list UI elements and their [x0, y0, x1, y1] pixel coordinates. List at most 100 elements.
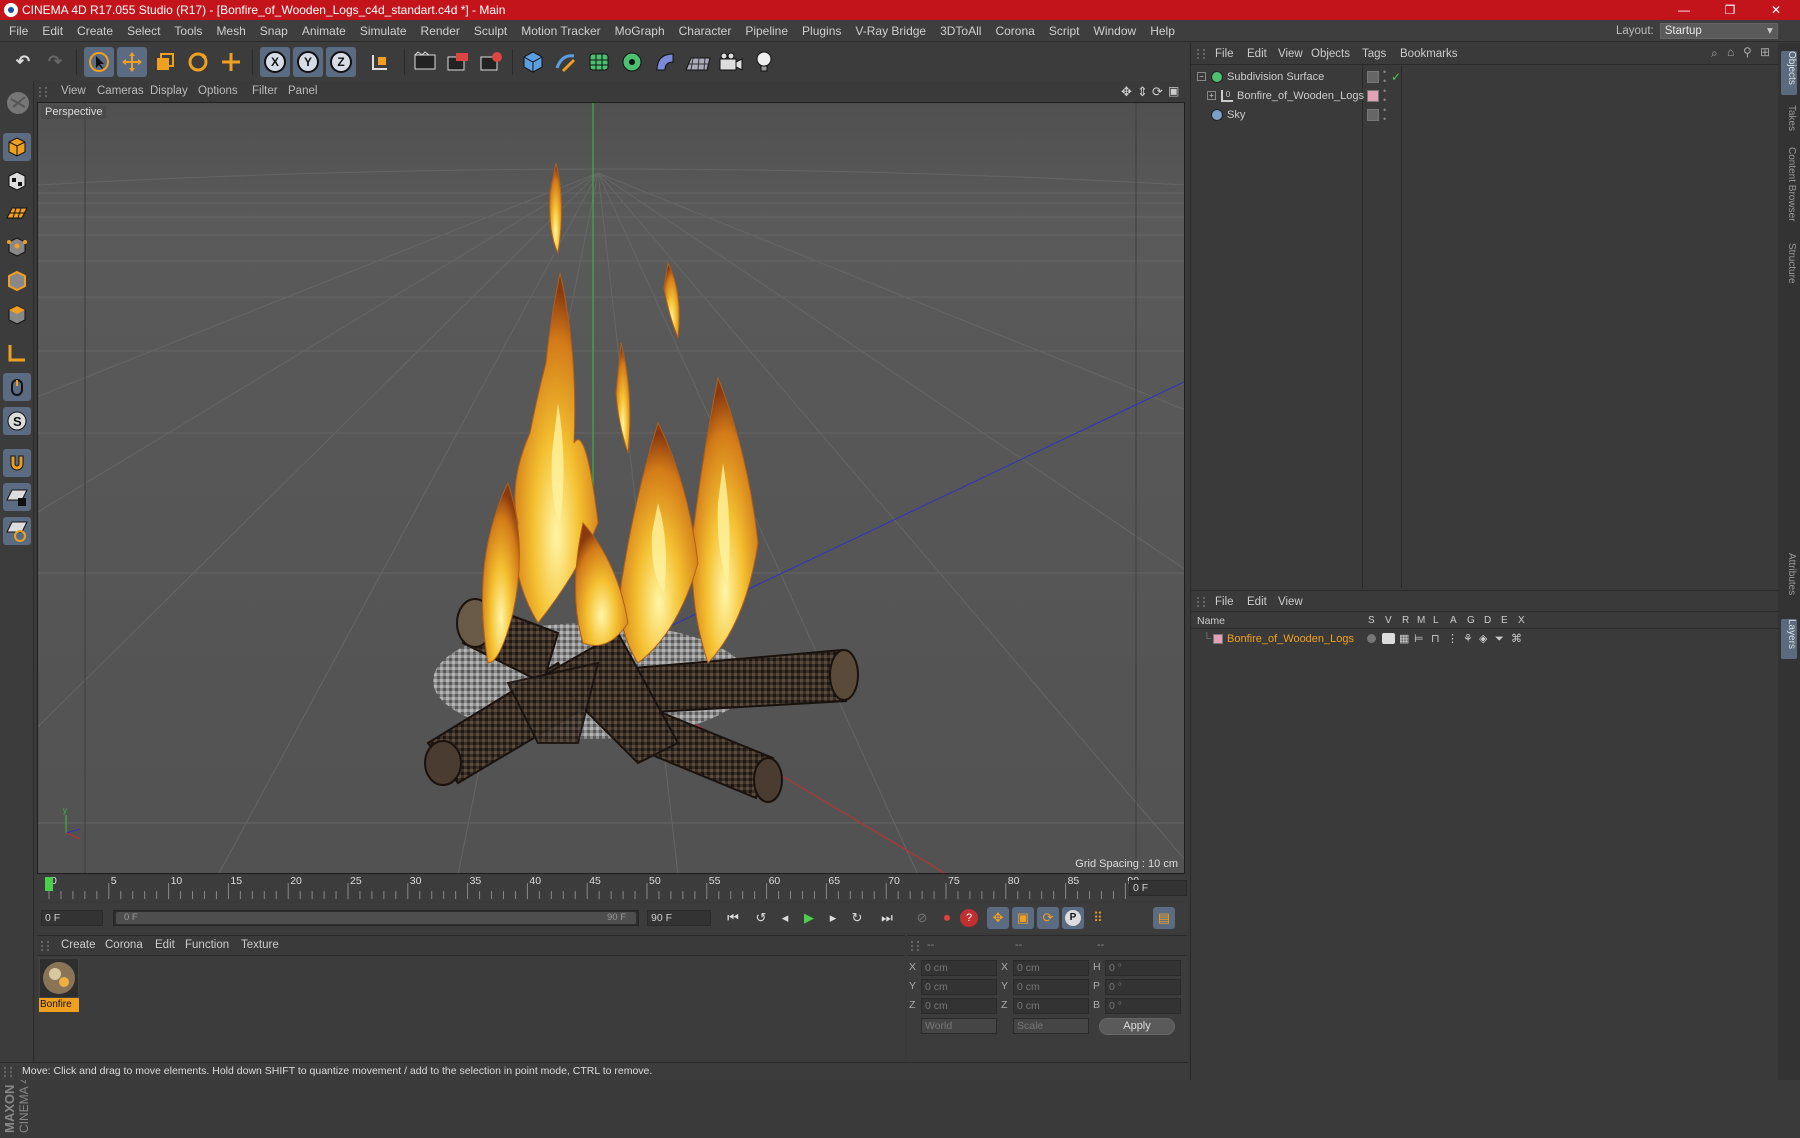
viewport-menu-view[interactable]: View — [61, 85, 86, 97]
view-eye-icon[interactable] — [1382, 633, 1395, 644]
filter-icon[interactable]: ⚲ — [1743, 45, 1752, 59]
edge-mode-icon[interactable] — [3, 267, 31, 295]
viewport-menu-panel[interactable]: Panel — [288, 85, 317, 97]
visibility-dots-icon[interactable]: • • — [1383, 68, 1386, 86]
material-swatch[interactable]: Bonfire — [38, 957, 80, 1012]
transform-tool-icon[interactable] — [216, 47, 246, 77]
material-menu-edit[interactable]: Edit — [155, 939, 175, 951]
material-menu-function[interactable]: Function — [185, 939, 229, 951]
viewport-rotate-icon[interactable]: ⟳ — [1152, 84, 1163, 100]
rotate-tool-icon[interactable] — [183, 47, 213, 77]
tweak-mode-icon[interactable] — [3, 373, 31, 401]
viewport-zoom-icon[interactable]: ⇕ — [1137, 84, 1148, 100]
viewport-maximize-icon[interactable]: ▣ — [1168, 84, 1179, 98]
timeline-ruler[interactable]: 051015202530354045505560657075808590 0 F — [37, 875, 1187, 901]
layer-menu-view[interactable]: View — [1278, 596, 1303, 608]
mograph-cloner-icon[interactable] — [617, 47, 647, 77]
collapse-icon[interactable]: − — [1197, 72, 1206, 81]
layer-col-locked[interactable]: L — [1433, 615, 1439, 626]
size-x-field[interactable]: 0 cm — [1013, 960, 1089, 976]
layer-row[interactable]: └ Bonfire_of_Wooden_Logs ▦ ⊨ ⊓ ⋮ ⚘ ◈ ⏷ ⌘ — [1191, 630, 1779, 648]
position-z-field[interactable]: 0 cm — [921, 998, 997, 1014]
object-menu-edit[interactable]: Edit — [1247, 48, 1267, 60]
camera-icon[interactable] — [716, 47, 746, 77]
menu-create[interactable]: Create — [70, 20, 120, 42]
apply-button[interactable]: Apply — [1099, 1018, 1175, 1035]
scale-tool-icon[interactable] — [150, 47, 180, 77]
sculpt-brush-icon[interactable] — [3, 87, 33, 119]
coordinate-space-dropdown[interactable]: World — [921, 1018, 997, 1034]
deformer-icon[interactable] — [650, 47, 680, 77]
viewport-menu-filter[interactable]: Filter — [252, 85, 278, 97]
next-frame-icon[interactable]: ▸ — [822, 907, 844, 929]
light-icon[interactable] — [749, 47, 779, 77]
layer-col-animation[interactable]: A — [1450, 615, 1457, 626]
menu-select[interactable]: Select — [120, 20, 167, 42]
texture-mode-icon[interactable] — [3, 167, 31, 195]
spline-pen-icon[interactable] — [551, 47, 581, 77]
xref-icon[interactable]: ⌘ — [1511, 630, 1522, 648]
menu-script[interactable]: Script — [1042, 20, 1087, 42]
menu-sculpt[interactable]: Sculpt — [467, 20, 514, 42]
search-icon[interactable]: ⌕ — [1711, 46, 1718, 61]
menu-window[interactable]: Window — [1087, 20, 1144, 42]
object-row-subdivision-surface[interactable]: − Subdivision Surface • • ✓ — [1191, 68, 1779, 86]
perspective-viewport[interactable]: Perspective y Grid Spacing: 10 cm — [37, 102, 1185, 874]
object-row-bonfire[interactable]: + 0 Bonfire_of_Wooden_Logs • • — [1191, 87, 1779, 105]
visibility-dots-icon[interactable]: • • — [1383, 87, 1386, 105]
layer-name[interactable]: Bonfire_of_Wooden_Logs — [1227, 630, 1354, 648]
axis-mode-icon[interactable] — [3, 339, 31, 367]
object-menu-view[interactable]: View — [1278, 48, 1303, 60]
animation-icon[interactable]: ⋮ — [1447, 630, 1458, 648]
key-pla-icon[interactable]: ⠿ — [1087, 907, 1109, 929]
start-frame-field[interactable]: 0 F — [41, 910, 103, 926]
object-menu-bookmarks[interactable]: Bookmarks — [1400, 48, 1458, 60]
expressions-icon[interactable]: ⏷ — [1495, 630, 1504, 648]
viewport-menu-display[interactable]: Display — [150, 85, 188, 97]
menu-help[interactable]: Help — [1143, 20, 1182, 42]
rotation-p-field[interactable]: 0 ° — [1105, 979, 1181, 995]
tab-content-browser[interactable]: Content Browser — [1781, 147, 1797, 237]
next-key-icon[interactable]: ↻ — [846, 907, 868, 929]
point-mode-icon[interactable] — [3, 233, 31, 261]
layout-dropdown[interactable]: Startup — [1659, 23, 1778, 39]
subdivision-surface-icon[interactable] — [584, 47, 614, 77]
enabled-check-icon[interactable]: ✓ — [1391, 68, 1401, 86]
rotation-h-field[interactable]: 0 ° — [1105, 960, 1181, 976]
layer-col-render[interactable]: R — [1402, 615, 1409, 626]
deformers-icon[interactable]: ◈ — [1479, 630, 1487, 648]
render-view-icon[interactable] — [410, 47, 440, 77]
key-position-icon[interactable]: ✥ — [987, 907, 1009, 929]
go-to-start-icon[interactable]: ⏮ — [722, 907, 744, 929]
z-axis-lock-button[interactable]: Z — [326, 47, 356, 77]
menu-edit[interactable]: Edit — [35, 20, 70, 42]
menu-tools[interactable]: Tools — [167, 20, 209, 42]
tab-takes[interactable]: Takes — [1781, 105, 1797, 139]
coordinate-system-icon[interactable] — [365, 47, 395, 77]
layer-color-icon[interactable] — [1367, 109, 1379, 121]
redo-icon[interactable]: ↷ — [40, 47, 70, 77]
cube-object-icon[interactable] — [518, 47, 548, 77]
menu-character[interactable]: Character — [672, 20, 739, 42]
layer-col-deformers[interactable]: D — [1484, 615, 1491, 626]
render-picture-viewer-icon[interactable] — [443, 47, 473, 77]
previous-frame-icon[interactable]: ◂ — [774, 907, 796, 929]
menu-motion-tracker[interactable]: Motion Tracker — [514, 20, 607, 42]
solo-icon[interactable] — [1367, 634, 1376, 643]
timeline-window-icon[interactable]: ▤ — [1153, 907, 1175, 929]
size-z-field[interactable]: 0 cm — [1013, 998, 1089, 1014]
home-icon[interactable]: ⌂ — [1727, 45, 1734, 59]
layer-color-swatch[interactable] — [1213, 634, 1223, 644]
live-selection-icon[interactable] — [84, 47, 114, 77]
menu-vray-bridge[interactable]: V-Ray Bridge — [848, 20, 933, 42]
x-axis-lock-button[interactable]: X — [260, 47, 290, 77]
tab-objects[interactable]: Objects — [1781, 51, 1797, 95]
menu-snap[interactable]: Snap — [253, 20, 295, 42]
frame-range-slider[interactable]: 0 F 90 F — [113, 910, 639, 926]
material-menu-create[interactable]: Create — [61, 939, 96, 951]
object-menu-file[interactable]: File — [1215, 48, 1234, 60]
size-y-field[interactable]: 0 cm — [1013, 979, 1089, 995]
object-menu-tags[interactable]: Tags — [1362, 48, 1386, 60]
render-settings-icon[interactable] — [476, 47, 506, 77]
floor-environment-icon[interactable] — [683, 47, 713, 77]
